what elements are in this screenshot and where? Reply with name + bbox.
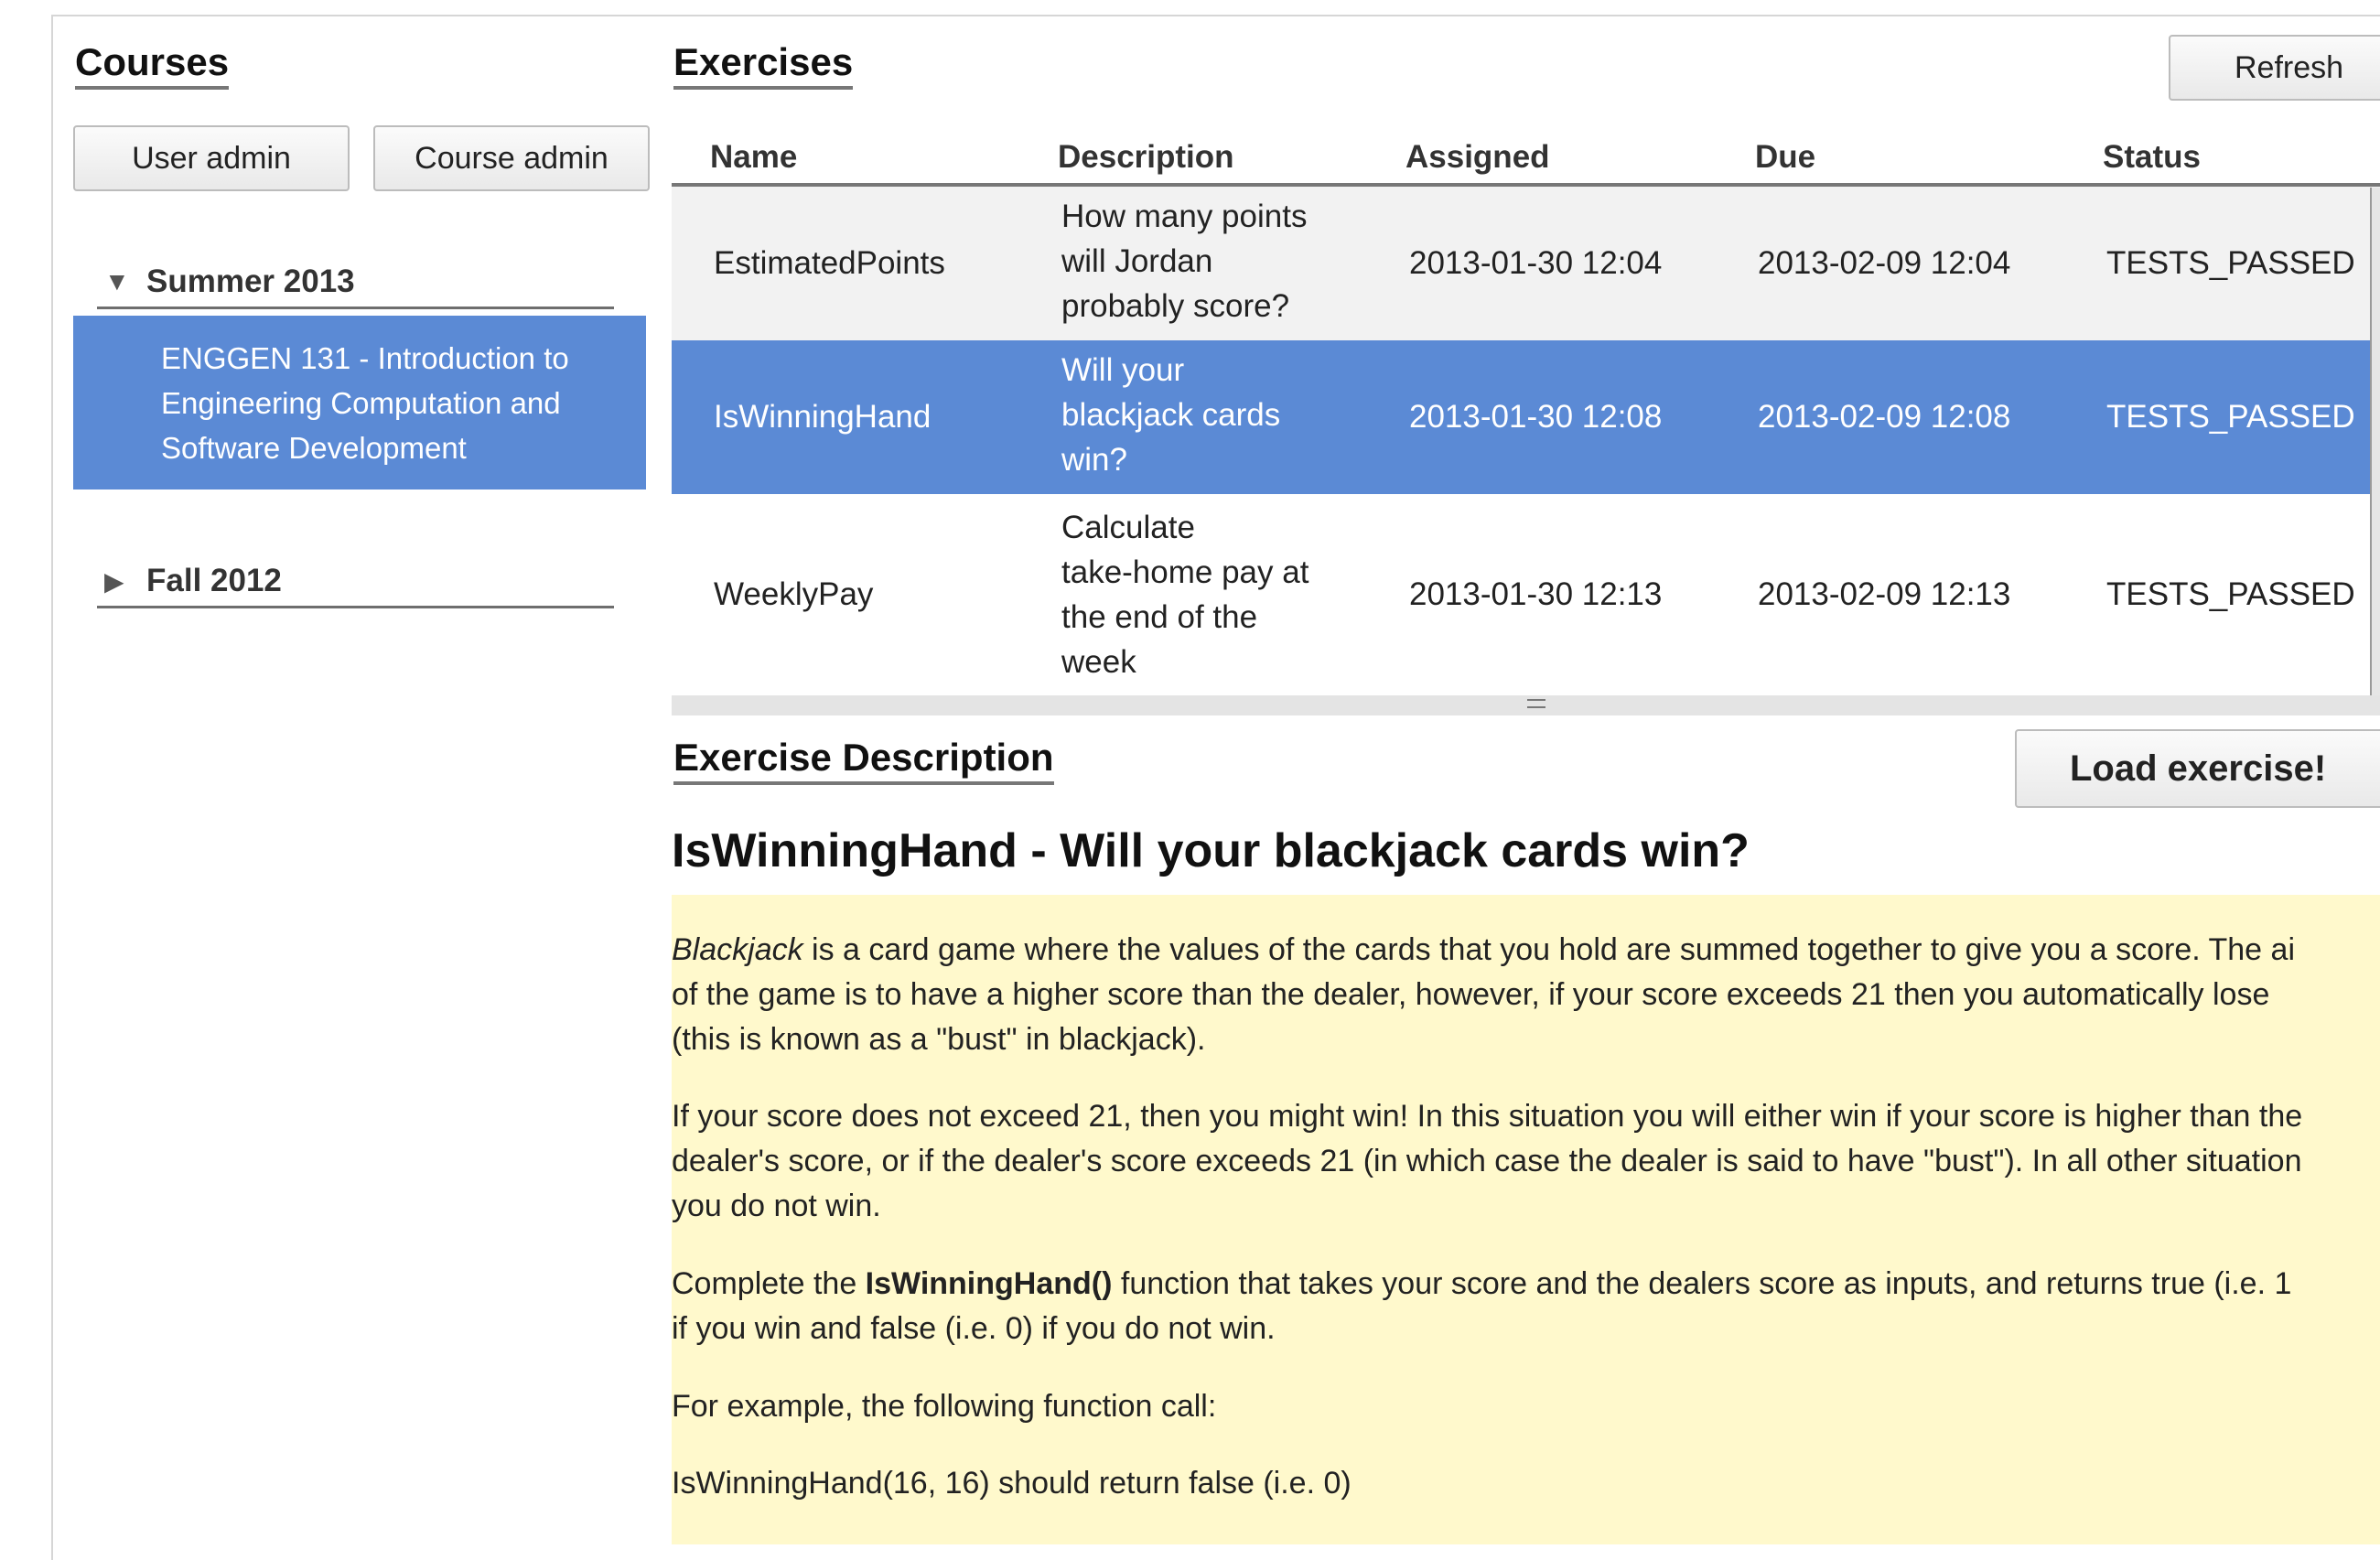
table-row[interactable]: IsWinningHand Will your blackjack cards … — [672, 340, 2380, 494]
description-paragraph: Blackjack is a card game where the value… — [672, 928, 2295, 973]
course-title-line: Engineering Computation and — [161, 386, 561, 420]
description-paragraph: (this is known as a "bust" in blackjack)… — [672, 1017, 1205, 1062]
cell-assigned: 2013-01-30 12:08 — [1409, 399, 1663, 435]
table-row[interactable]: EstimatedPoints How many points will Jor… — [672, 187, 2380, 340]
description-line: win? — [1061, 442, 1127, 478]
description-line: Will your — [1061, 352, 1185, 388]
description-text: (this is known as a "bust" in blackjack)… — [672, 1022, 1206, 1057]
cell-name: IsWinningHand — [714, 399, 932, 435]
description-text: you do not win. — [672, 1189, 881, 1223]
course-item-enggen-131[interactable]: ENGGEN 131 - Introduction to Engineering… — [73, 316, 646, 490]
cell-description: Will your blackjack cards win? — [1061, 348, 1336, 487]
panel-splitter[interactable] — [672, 695, 2380, 715]
table-header: Name Description Assigned Due Status — [672, 130, 2380, 187]
description-text: is a card game where the values of the c… — [802, 932, 2295, 967]
description-line: probably score? — [1061, 288, 1290, 324]
cell-name: WeeklyPay — [714, 576, 874, 612]
exercises-table: Name Description Assigned Due Status Est… — [672, 130, 2380, 715]
refresh-button[interactable]: Refresh — [2169, 35, 2380, 101]
column-header-due[interactable]: Due — [1755, 139, 1815, 176]
description-paragraph: If your score does not exceed 21, then y… — [672, 1094, 2302, 1139]
table-row[interactable]: WeeklyPay Calculate take-home pay at the… — [672, 494, 2380, 695]
exercise-description-body: Blackjack is a card game where the value… — [672, 895, 2380, 1544]
courses-heading: Courses — [75, 40, 230, 90]
description-paragraph: IsWinningHand(16, 16) should return fals… — [672, 1461, 1352, 1506]
cell-status: TESTS_PASSED — [2106, 245, 2355, 281]
column-header-description[interactable]: Description — [1058, 139, 1234, 176]
term-label: Summer 2013 — [146, 264, 355, 299]
exercises-heading: Exercises — [673, 40, 854, 90]
column-header-status[interactable]: Status — [2103, 139, 2201, 176]
description-line: take-home pay at — [1061, 554, 1309, 590]
course-title-line: ENGGEN 131 - Introduction to — [161, 341, 569, 375]
expanded-triangle-icon: ▼ — [104, 267, 130, 296]
exercise-title: IsWinningHand - Will your blackjack card… — [672, 824, 1750, 877]
course-title-line: Software Development — [161, 431, 467, 465]
cell-status: TESTS_PASSED — [2106, 576, 2355, 612]
description-paragraph: you do not win. — [672, 1184, 881, 1229]
term-label: Fall 2012 — [146, 563, 282, 598]
cell-status: TESTS_PASSED — [2106, 399, 2355, 435]
description-line: week — [1061, 644, 1136, 680]
cell-due: 2013-02-09 12:08 — [1758, 399, 2011, 435]
function-name-bold: IsWinningHand() — [865, 1266, 1113, 1301]
cell-description: How many points will Jordan probably sco… — [1061, 194, 1336, 333]
description-text: If your score does not exceed 21, then y… — [672, 1099, 2303, 1134]
description-text: IsWinningHand(16, 16) should return fals… — [672, 1466, 1352, 1501]
description-line: blackjack cards — [1061, 397, 1281, 433]
description-line: the end of the — [1061, 599, 1258, 635]
user-admin-button[interactable]: User admin — [73, 125, 350, 191]
term-summer-2013[interactable]: ▼ Summer 2013 — [97, 254, 614, 309]
description-line: will Jordan — [1061, 243, 1213, 279]
splitter-grip-icon — [1527, 699, 1545, 708]
description-line: Calculate — [1061, 510, 1195, 545]
cell-due: 2013-02-09 12:13 — [1758, 576, 2011, 612]
cell-description: Calculate take-home pay at the end of th… — [1061, 505, 1336, 688]
description-line: How many points — [1061, 199, 1308, 234]
description-paragraph: For example, the following function call… — [672, 1384, 1216, 1429]
emphasis-text: Blackjack — [672, 932, 803, 967]
column-header-assigned[interactable]: Assigned — [1405, 139, 1550, 176]
term-fall-2012[interactable]: ▶ Fall 2012 — [97, 554, 614, 608]
cell-due: 2013-02-09 12:04 — [1758, 245, 2011, 281]
description-text: Complete the — [672, 1266, 866, 1301]
course-admin-button[interactable]: Course admin — [373, 125, 650, 191]
cell-assigned: 2013-01-30 12:13 — [1409, 576, 1663, 612]
collapsed-triangle-icon: ▶ — [104, 567, 124, 596]
description-paragraph: Complete the IsWinningHand() function th… — [672, 1262, 2291, 1307]
load-exercise-button[interactable]: Load exercise! — [2015, 729, 2380, 808]
column-header-name[interactable]: Name — [710, 139, 797, 176]
exercise-description-heading: Exercise Description — [673, 736, 1054, 785]
description-text: function that takes your score and the d… — [1112, 1266, 2292, 1301]
cell-name: EstimatedPoints — [714, 245, 945, 281]
description-paragraph: dealer's score, or if the dealer's score… — [672, 1139, 2302, 1184]
description-paragraph: of the game is to have a higher score th… — [672, 973, 2269, 1017]
description-text: dealer's score, or if the dealer's score… — [672, 1144, 2302, 1178]
cell-assigned: 2013-01-30 12:04 — [1409, 245, 1663, 281]
description-text: For example, the following function call… — [672, 1389, 1217, 1424]
description-text: if you win and false (i.e. 0) if you do … — [672, 1311, 1276, 1346]
table-scrollbar[interactable] — [2370, 188, 2380, 695]
description-text: of the game is to have a higher score th… — [672, 977, 2270, 1012]
description-paragraph: if you win and false (i.e. 0) if you do … — [672, 1307, 1276, 1351]
